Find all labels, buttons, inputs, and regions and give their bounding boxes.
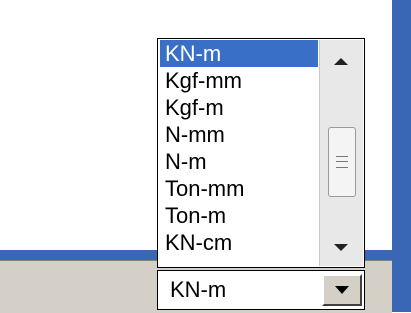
- dropdown-option-kn-m[interactable]: KN-m: [160, 40, 318, 67]
- window-frame-right: [392, 0, 411, 312]
- dropdown-option-n-m[interactable]: N-m: [160, 148, 318, 175]
- scroll-down-button[interactable]: [330, 236, 352, 258]
- dropdown-scrollbar[interactable]: [319, 40, 363, 266]
- chevron-down-icon: [335, 286, 349, 294]
- dropdown-option-ton-m[interactable]: Ton-m: [160, 202, 318, 229]
- arrow-up-icon: [334, 57, 348, 65]
- scroll-up-button[interactable]: [330, 50, 352, 72]
- dropdown-option-kgf-m[interactable]: Kgf-m: [160, 94, 318, 121]
- combo-dropdown-button[interactable]: [322, 274, 362, 306]
- dropdown-option-kn-cm[interactable]: KN-cm: [160, 229, 318, 256]
- dropdown-options: KN-m Kgf-mm Kgf-m N-mm N-m Ton-mm Ton-m …: [160, 40, 318, 256]
- grip-icon: [336, 156, 348, 168]
- dropdown-list[interactable]: KN-m Kgf-mm Kgf-m N-mm N-m Ton-mm Ton-m …: [157, 38, 365, 268]
- dropdown-option-ton-mm[interactable]: Ton-mm: [160, 175, 318, 202]
- combo-selected-value: KN-m: [170, 277, 227, 302]
- dropdown-option-kgf-mm[interactable]: Kgf-mm: [160, 67, 318, 94]
- unit-combobox[interactable]: KN-m: [157, 270, 365, 310]
- dropdown-option-n-mm[interactable]: N-mm: [160, 121, 318, 148]
- scroll-thumb[interactable]: [328, 127, 356, 197]
- arrow-down-icon: [334, 243, 348, 251]
